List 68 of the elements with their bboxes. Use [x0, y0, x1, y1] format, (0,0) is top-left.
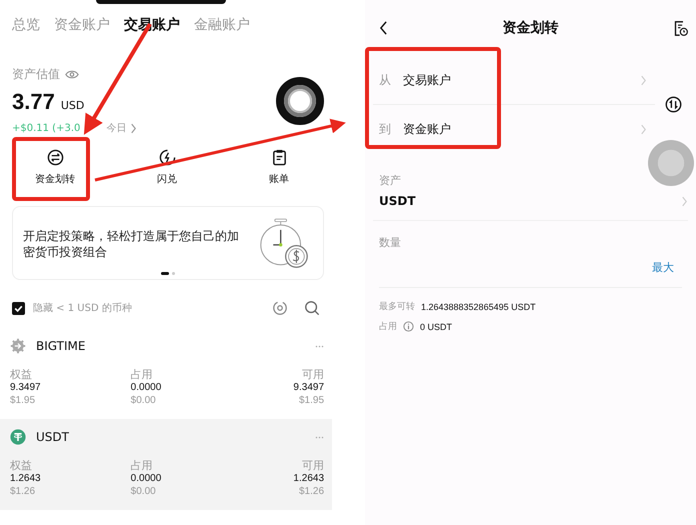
from-label: 从	[379, 72, 391, 88]
to-label: 到	[379, 120, 391, 138]
chevron-icon[interactable]	[130, 122, 138, 134]
promo-text: 开启定投策略，轻松打造属于您自己的加密货币投资组合	[23, 228, 240, 260]
valuation-label: 资产估值	[12, 66, 60, 83]
asset-card[interactable]: USDT 权益 1.2643 $1.26 占用 0.0000 $0.00 可用 1.2643 $1.26	[0, 419, 332, 510]
filter-label: 隐藏 < 1 USD 的币种	[33, 302, 133, 315]
column-label: 占用	[130, 459, 153, 472]
pnl-change: +$0.11 (+3.0	[12, 122, 80, 134]
max-transfer-label: 最多可转	[379, 300, 415, 313]
gear-icon	[10, 338, 26, 354]
asset-card[interactable]: BIGTIME 权益 9.3497 $1.95 占用 0.0000 $0.00 可用 9.3497 $1.95	[0, 328, 332, 419]
usd-value: $1.26	[298, 485, 324, 498]
back-icon[interactable]	[379, 21, 388, 35]
eye-icon[interactable]	[65, 69, 79, 80]
lightning-icon	[158, 149, 176, 166]
column-label: 权益	[10, 459, 33, 472]
max-link[interactable]: 最大	[652, 260, 674, 275]
amount-label: 数量	[379, 235, 402, 250]
to-account-row[interactable]: 到 资金账户	[373, 105, 655, 153]
occupied-label: 占用	[379, 320, 397, 333]
currency-label: USD	[60, 99, 84, 112]
asset-label: 资产	[379, 173, 402, 188]
occupied-value: 0 USDT	[420, 322, 452, 332]
action-button[interactable]: 闪兑	[132, 149, 202, 186]
search-icon[interactable]	[304, 300, 320, 316]
asset-name: BIGTIME	[36, 339, 86, 353]
target-icon[interactable]	[272, 300, 288, 316]
column-label: 可用	[302, 459, 324, 472]
transfer-icon	[46, 149, 64, 166]
action-button[interactable]: 资金划转	[20, 149, 90, 186]
coin-icon	[10, 429, 26, 445]
balance-value: 1.2643	[10, 472, 42, 485]
asset-value: USDT	[379, 194, 416, 208]
page-dot[interactable]	[172, 272, 175, 274]
usd-value: $0.00	[130, 485, 156, 498]
usd-value: $1.95	[298, 394, 324, 407]
usd-value: $1.26	[10, 485, 36, 498]
page-title: 资金划转	[502, 19, 558, 37]
column-label: 可用	[302, 368, 324, 381]
balance-value: 9.3497	[293, 381, 324, 394]
balance-value: 0.0000	[130, 381, 162, 394]
history-icon[interactable]	[673, 20, 688, 36]
balance-amount: 3.77	[12, 89, 55, 115]
column-label: 权益	[10, 368, 33, 381]
swap-icon[interactable]	[665, 96, 682, 113]
checkbox[interactable]	[12, 302, 25, 314]
action-button[interactable]: 账单	[244, 149, 314, 186]
column-label: 占用	[130, 368, 153, 381]
max-transfer-value: 1.2643888352865495 USDT	[421, 302, 536, 312]
usd-value: $0.00	[130, 394, 156, 407]
asset-name: USDT	[36, 430, 70, 444]
from-account: 交易账户	[403, 72, 452, 88]
usd-value: $1.95	[10, 394, 36, 407]
balance-value: 1.2643	[293, 472, 324, 485]
chevron-icon	[640, 124, 647, 134]
to-account: 资金账户	[403, 120, 452, 138]
amount-field[interactable]: 最大	[379, 250, 682, 288]
balance-value: 0.0000	[130, 472, 162, 485]
from-account-row[interactable]: 从 交易账户	[373, 56, 655, 105]
floating-button[interactable]	[648, 140, 694, 186]
chevron-icon	[681, 196, 688, 206]
chevron-icon	[640, 74, 647, 86]
balance-value: 9.3497	[10, 381, 42, 394]
info-icon[interactable]	[403, 321, 414, 332]
promo-card[interactable]: 开启定投策略，轻松打造属于您自己的加密货币投资组合	[12, 206, 324, 280]
ring-icon	[276, 76, 324, 124]
clipboard-icon	[270, 149, 288, 166]
